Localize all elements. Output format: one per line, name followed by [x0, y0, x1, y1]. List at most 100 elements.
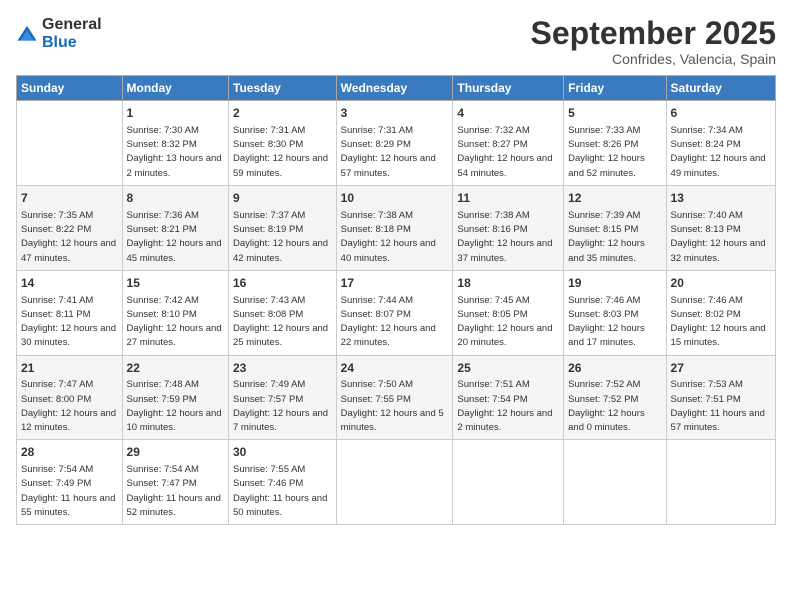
calendar-cell [666, 440, 775, 525]
day-number: 10 [341, 190, 449, 207]
day-number: 29 [127, 444, 224, 461]
day-number: 23 [233, 360, 332, 377]
day-info: Sunrise: 7:54 AMSunset: 7:49 PMDaylight:… [21, 463, 118, 520]
day-number: 15 [127, 275, 224, 292]
calendar-cell: 27Sunrise: 7:53 AMSunset: 7:51 PMDayligh… [666, 355, 775, 440]
calendar-cell [564, 440, 666, 525]
calendar-cell: 20 Sunrise: 7:46 AMSunset: 8:02 PMDayligh… [666, 270, 775, 355]
day-number: 13 [671, 190, 771, 207]
logo-blue-text: Blue [42, 34, 102, 52]
day-info: Sunrise: 7:41 AMSunset: 8:11 PMDaylight:… [21, 294, 118, 351]
day-info: Sunrise: 7:50 AMSunset: 7:55 PMDaylight:… [341, 378, 449, 435]
day-info: Sunrise: 7:37 AMSunset: 8:19 PMDaylight:… [233, 209, 332, 266]
calendar-table: SundayMondayTuesdayWednesdayThursdayFrid… [16, 75, 776, 525]
page-header: General Blue September 2025 Confrides, V… [16, 16, 776, 67]
day-number: 4 [457, 105, 559, 122]
day-info: Sunrise: 7:55 AMSunset: 7:46 PMDaylight:… [233, 463, 332, 520]
header-cell-wednesday: Wednesday [336, 76, 453, 101]
day-info: Sunrise: 7:49 AMSunset: 7:57 PMDaylight:… [233, 378, 332, 435]
logo-general-text: General [42, 16, 102, 34]
calendar-cell: 12 Sunrise: 7:39 AMSunset: 8:15 PMDayligh… [564, 185, 666, 270]
day-number: 1 [127, 105, 224, 122]
day-number: 22 [127, 360, 224, 377]
calendar-cell: 10 Sunrise: 7:38 AMSunset: 8:18 PMDayligh… [336, 185, 453, 270]
day-info: Sunrise: 7:46 AMSunset: 8:02 PMDaylight:… [671, 294, 771, 351]
calendar-cell: 2Sunrise: 7:31 AMSunset: 8:30 PMDaylight… [229, 101, 337, 186]
day-number: 12 [568, 190, 661, 207]
day-info: Sunrise: 7:47 AMSunset: 8:00 PMDaylight:… [21, 378, 118, 435]
day-info: Sunrise: 7:44 AMSunset: 8:07 PMDaylight:… [341, 294, 449, 351]
day-number: 30 [233, 444, 332, 461]
calendar-cell: 21Sunrise: 7:47 AMSunset: 8:00 PMDayligh… [17, 355, 123, 440]
day-number: 6 [671, 105, 771, 122]
day-number: 17 [341, 275, 449, 292]
calendar-cell: 29 Sunrise: 7:54 AMSunset: 7:47 PMDayligh… [122, 440, 228, 525]
day-number: 26 [568, 360, 661, 377]
day-info: Sunrise: 7:38 AMSunset: 8:16 PMDaylight:… [457, 209, 559, 266]
header-cell-thursday: Thursday [453, 76, 564, 101]
calendar-cell: 23Sunrise: 7:49 AMSunset: 7:57 PMDayligh… [229, 355, 337, 440]
calendar-cell [336, 440, 453, 525]
day-number: 9 [233, 190, 332, 207]
calendar-cell [17, 101, 123, 186]
calendar-cell: 11 Sunrise: 7:38 AMSunset: 8:16 PMDayligh… [453, 185, 564, 270]
day-info: Sunrise: 7:33 AMSunset: 8:26 PMDaylight:… [568, 124, 661, 181]
logo: General Blue [16, 16, 102, 51]
header-row: SundayMondayTuesdayWednesdayThursdayFrid… [17, 76, 776, 101]
day-info: Sunrise: 7:53 AMSunset: 7:51 PMDaylight:… [671, 378, 771, 435]
logo-icon [16, 23, 38, 45]
calendar-cell: 24Sunrise: 7:50 AMSunset: 7:55 PMDayligh… [336, 355, 453, 440]
day-info: Sunrise: 7:48 AMSunset: 7:59 PMDaylight:… [127, 378, 224, 435]
week-row-1: 7 Sunrise: 7:35 AMSunset: 8:22 PMDaylight… [17, 185, 776, 270]
calendar-cell: 28 Sunrise: 7:54 AMSunset: 7:49 PMDayligh… [17, 440, 123, 525]
day-info: Sunrise: 7:39 AMSunset: 8:15 PMDaylight:… [568, 209, 661, 266]
day-number: 21 [21, 360, 118, 377]
day-number: 3 [341, 105, 449, 122]
day-info: Sunrise: 7:36 AMSunset: 8:21 PMDaylight:… [127, 209, 224, 266]
header-cell-sunday: Sunday [17, 76, 123, 101]
day-info: Sunrise: 7:35 AMSunset: 8:22 PMDaylight:… [21, 209, 118, 266]
calendar-cell: 16 Sunrise: 7:43 AMSunset: 8:08 PMDayligh… [229, 270, 337, 355]
day-number: 5 [568, 105, 661, 122]
week-row-3: 21Sunrise: 7:47 AMSunset: 8:00 PMDayligh… [17, 355, 776, 440]
day-info: Sunrise: 7:45 AMSunset: 8:05 PMDaylight:… [457, 294, 559, 351]
calendar-cell: 30 Sunrise: 7:55 AMSunset: 7:46 PMDayligh… [229, 440, 337, 525]
day-number: 20 [671, 275, 771, 292]
day-number: 7 [21, 190, 118, 207]
calendar-cell: 18 Sunrise: 7:45 AMSunset: 8:05 PMDayligh… [453, 270, 564, 355]
calendar-cell [453, 440, 564, 525]
day-info: Sunrise: 7:34 AMSunset: 8:24 PMDaylight:… [671, 124, 771, 181]
day-info: Sunrise: 7:43 AMSunset: 8:08 PMDaylight:… [233, 294, 332, 351]
calendar-cell: 25Sunrise: 7:51 AMSunset: 7:54 PMDayligh… [453, 355, 564, 440]
day-number: 28 [21, 444, 118, 461]
calendar-cell: 1 Sunrise: 7:30 AMSunset: 8:32 PMDaylight… [122, 101, 228, 186]
day-number: 24 [341, 360, 449, 377]
calendar-cell: 5 Sunrise: 7:33 AMSunset: 8:26 PMDaylight… [564, 101, 666, 186]
main-title: September 2025 [531, 16, 776, 51]
day-info: Sunrise: 7:32 AMSunset: 8:27 PMDaylight:… [457, 124, 559, 181]
calendar-cell: 6 Sunrise: 7:34 AMSunset: 8:24 PMDaylight… [666, 101, 775, 186]
day-info: Sunrise: 7:52 AMSunset: 7:52 PMDaylight:… [568, 378, 661, 435]
calendar-cell: 13Sunrise: 7:40 AMSunset: 8:13 PMDayligh… [666, 185, 775, 270]
day-info: Sunrise: 7:51 AMSunset: 7:54 PMDaylight:… [457, 378, 559, 435]
day-number: 14 [21, 275, 118, 292]
calendar-cell: 7 Sunrise: 7:35 AMSunset: 8:22 PMDaylight… [17, 185, 123, 270]
day-number: 25 [457, 360, 559, 377]
calendar-cell: 3Sunrise: 7:31 AMSunset: 8:29 PMDaylight… [336, 101, 453, 186]
day-number: 11 [457, 190, 559, 207]
calendar-cell: 15Sunrise: 7:42 AMSunset: 8:10 PMDayligh… [122, 270, 228, 355]
calendar-cell: 17 Sunrise: 7:44 AMSunset: 8:07 PMDayligh… [336, 270, 453, 355]
day-number: 16 [233, 275, 332, 292]
day-info: Sunrise: 7:54 AMSunset: 7:47 PMDaylight:… [127, 463, 224, 520]
header-cell-saturday: Saturday [666, 76, 775, 101]
week-row-4: 28 Sunrise: 7:54 AMSunset: 7:49 PMDayligh… [17, 440, 776, 525]
calendar-cell: 4 Sunrise: 7:32 AMSunset: 8:27 PMDaylight… [453, 101, 564, 186]
day-info: Sunrise: 7:38 AMSunset: 8:18 PMDaylight:… [341, 209, 449, 266]
title-block: September 2025 Confrides, Valencia, Spai… [531, 16, 776, 67]
calendar-cell: 9 Sunrise: 7:37 AMSunset: 8:19 PMDaylight… [229, 185, 337, 270]
day-number: 2 [233, 105, 332, 122]
day-number: 18 [457, 275, 559, 292]
calendar-cell: 26Sunrise: 7:52 AMSunset: 7:52 PMDayligh… [564, 355, 666, 440]
day-info: Sunrise: 7:30 AMSunset: 8:32 PMDaylight:… [127, 124, 224, 181]
day-number: 8 [127, 190, 224, 207]
